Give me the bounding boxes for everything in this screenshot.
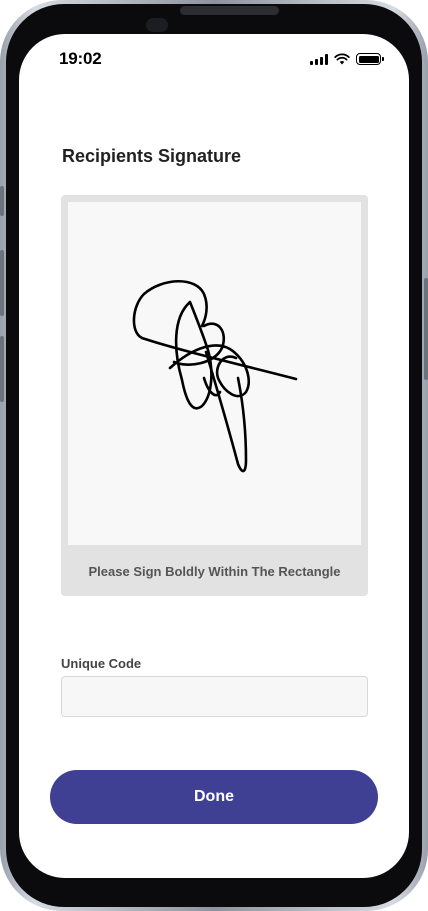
signature-stroke (132, 280, 298, 473)
signature-canvas[interactable] (68, 202, 361, 545)
front-camera (146, 18, 168, 32)
wifi-icon (334, 53, 350, 65)
status-bar: 19:02 (19, 34, 409, 82)
battery-icon (356, 53, 384, 65)
done-button[interactable]: Done (50, 770, 378, 824)
signature-hint: Please Sign Boldly Within The Rectangle (88, 564, 341, 579)
signature-pad: Please Sign Boldly Within The Rectangle (61, 195, 368, 596)
volume-up-button (0, 250, 4, 316)
volume-down-button (0, 336, 4, 402)
cellular-signal-icon (310, 53, 328, 65)
unique-code-label: Unique Code (61, 656, 142, 671)
battery-level (358, 55, 379, 63)
status-time: 19:02 (59, 49, 102, 68)
screen: 19:02 Recipients Signature Please Sign B… (19, 34, 409, 878)
phone-frame: 19:02 Recipients Signature Please Sign B… (0, 0, 428, 911)
unique-code-input[interactable] (61, 676, 368, 717)
speaker-grille (180, 6, 279, 15)
power-button (424, 278, 428, 380)
action-button (0, 186, 4, 216)
status-icons (310, 52, 384, 66)
page-title: Recipients Signature (62, 146, 242, 166)
